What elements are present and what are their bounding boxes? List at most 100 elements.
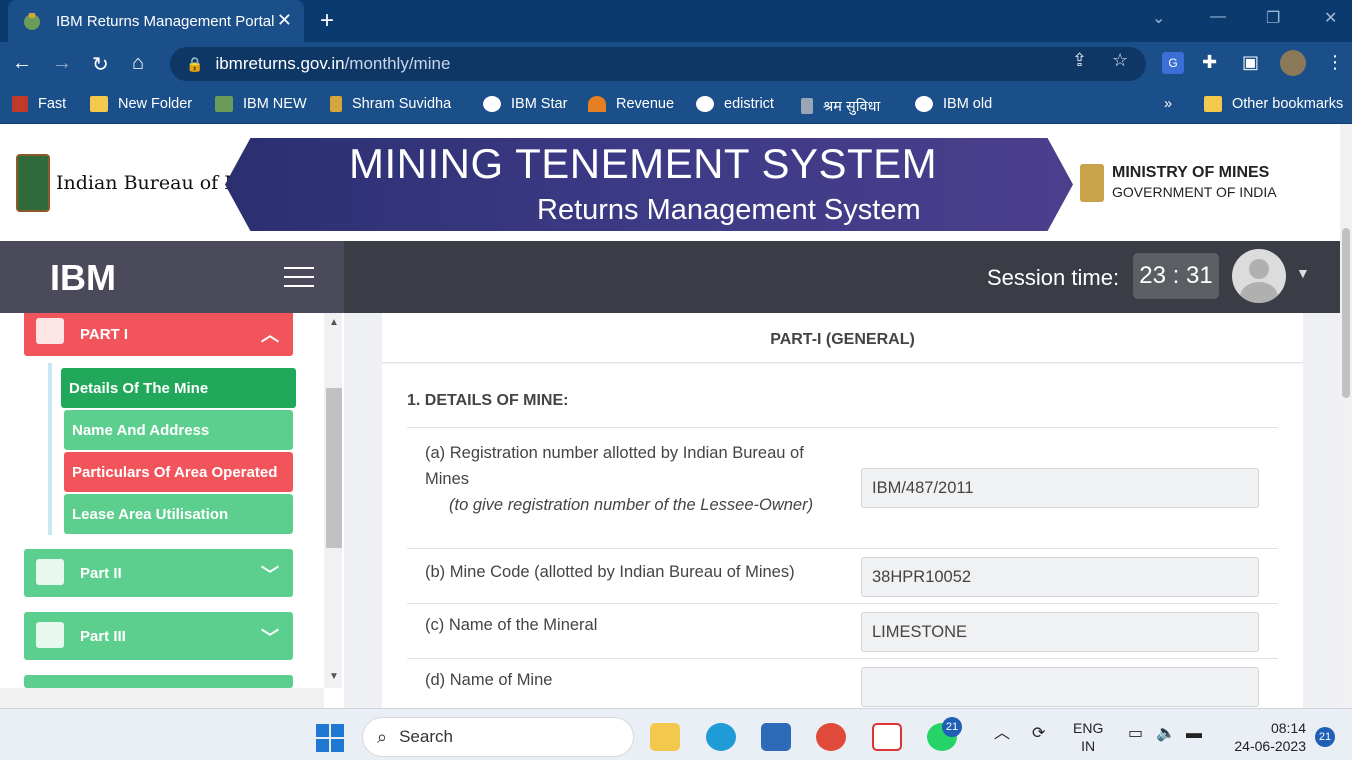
bookmark-shram-suvidha[interactable]: Shram Suvidha <box>330 96 451 112</box>
address-bar: ← → ↻ ⌂ 🔒 ibmreturns.gov.in/monthly/mine… <box>0 42 1352 86</box>
network-icon[interactable]: ▭ <box>1128 725 1143 743</box>
back-icon[interactable]: ← <box>12 52 32 75</box>
folder-icon <box>90 96 108 112</box>
forward-icon[interactable]: → <box>52 52 72 75</box>
windows-start-icon[interactable] <box>316 724 344 752</box>
user-avatar[interactable] <box>1232 249 1286 303</box>
bookmarks-overflow-button[interactable]: » <box>1164 96 1172 112</box>
volume-icon[interactable]: 🔈 <box>1156 725 1176 743</box>
globe-icon <box>696 96 714 112</box>
star-icon[interactable]: ☆ <box>1112 50 1128 71</box>
bookmark-shram-suvidha-hindi[interactable]: श्रम सुविधा <box>801 96 880 116</box>
profile-avatar-icon[interactable] <box>1280 50 1306 76</box>
close-window-icon[interactable]: ✕ <box>1324 8 1337 28</box>
taskbar-search[interactable]: ⌕ Search <box>362 717 634 757</box>
ibm-favicon-icon <box>215 96 233 112</box>
registration-note: (to give registration number of the Less… <box>449 496 814 514</box>
banner-subtitle: Returns Management System <box>537 194 921 226</box>
bookmark-fast[interactable]: Fast <box>12 96 66 112</box>
ministry-line1: MINISTRY OF MINES <box>1112 164 1270 181</box>
menu-kebab-icon[interactable]: ⋮ <box>1326 52 1344 73</box>
national-emblem-icon <box>1080 164 1104 202</box>
file-explorer-icon[interactable] <box>650 723 680 751</box>
bookmarks-bar: Fast New Folder IBM NEW Shram Suvidha IB… <box>0 86 1352 124</box>
sidebar-item-lease-area-utilisation[interactable]: Lease Area Utilisation <box>64 494 293 534</box>
sidebar-item-name-and-address[interactable]: Name And Address <box>64 410 293 450</box>
ministry-logo: MINISTRY OF MINES GOVERNMENT OF INDIA <box>1080 164 1277 202</box>
side-panel-icon[interactable]: ▣ <box>1242 52 1259 73</box>
site-banner: Indian Bureau of Mines MINING TENEMENT S… <box>0 124 1340 241</box>
mineral-field[interactable]: LIMESTONE <box>861 612 1259 652</box>
share-icon[interactable]: ⇪ <box>1072 50 1087 71</box>
mineral-label: (c) Name of the Mineral <box>425 616 598 634</box>
extensions-puzzle-icon[interactable]: ✚ <box>1202 52 1217 73</box>
new-tab-button[interactable]: + <box>320 7 334 35</box>
app-brand[interactable]: IBM <box>50 257 116 299</box>
clock[interactable]: 08:14 24-06-2023 <box>1226 719 1306 755</box>
form-row-registration: (a) Registration number allotted by Indi… <box>407 427 1278 548</box>
session-label: Session time: <box>987 265 1120 290</box>
card-body: 1. DETAILS OF MINE: (a) Registration num… <box>382 364 1303 708</box>
ministry-line2: GOVERNMENT OF INDIA <box>1112 184 1277 200</box>
sidebar-item-details-of-mine[interactable]: Details Of The Mine <box>61 368 296 408</box>
hamburger-menu-icon[interactable] <box>284 267 314 294</box>
tab-search-icon[interactable]: ⌄ <box>1152 8 1165 28</box>
url-path: /monthly/mine <box>344 54 451 73</box>
store-icon[interactable] <box>761 723 791 751</box>
ibm-favicon-icon <box>22 11 42 31</box>
page-scroll-thumb[interactable] <box>1342 228 1350 398</box>
browser-tab[interactable]: IBM Returns Management Portal ✕ <box>8 0 304 42</box>
bookmark-ibm-star[interactable]: IBM Star <box>483 96 567 112</box>
sidebar-part3[interactable]: Part III ﹀ <box>24 612 293 660</box>
snipping-tool-icon[interactable] <box>872 723 902 751</box>
ibm-emblem-icon <box>16 154 50 212</box>
tab-title: IBM Returns Management Portal <box>56 12 275 30</box>
bookmark-edistrict[interactable]: edistrict <box>696 96 774 112</box>
reload-icon[interactable]: ↻ <box>92 52 109 77</box>
tab-close-icon[interactable]: ✕ <box>277 10 292 31</box>
restore-icon[interactable]: ❐ <box>1266 8 1280 28</box>
sidebar-item-particulars-of-area[interactable]: Particulars Of Area Operated <box>64 452 293 492</box>
submenu-line <box>48 363 52 535</box>
card-title: PART-I (GENERAL) <box>770 331 915 348</box>
sync-icon[interactable]: ⟳ <box>1032 725 1045 743</box>
sidebar-part2[interactable]: Part II ﹀ <box>24 549 293 597</box>
revenue-icon <box>588 96 606 112</box>
edge-icon[interactable] <box>706 723 736 751</box>
scroll-up-icon[interactable]: ▲ <box>329 317 339 328</box>
registration-number-field[interactable]: IBM/487/2011 <box>861 468 1259 508</box>
chevron-down-icon[interactable]: ▼ <box>1296 265 1310 281</box>
sidebar-part1[interactable]: PART I ︿ <box>24 313 293 356</box>
battery-icon[interactable]: ▬ <box>1186 725 1202 743</box>
toolbox-icon <box>36 559 64 585</box>
language-indicator[interactable]: ENG IN <box>1073 719 1103 755</box>
home-icon[interactable]: ⌂ <box>132 52 144 75</box>
globe-icon <box>483 96 501 112</box>
tray-overflow-icon[interactable]: ︿ <box>994 725 1010 743</box>
url-input[interactable]: 🔒 ibmreturns.gov.in/monthly/mine <box>170 47 1146 81</box>
notification-badge[interactable]: 21 <box>1315 727 1335 747</box>
mine-code-field[interactable]: 38HPR10052 <box>861 557 1259 597</box>
scroll-down-icon[interactable]: ▼ <box>329 671 339 682</box>
translate-extension-icon[interactable]: G <box>1162 52 1184 74</box>
registration-label: (a) Registration number allotted by Indi… <box>425 440 825 518</box>
sidebar-hscrollbar[interactable] <box>0 688 324 708</box>
clipboard-icon <box>36 318 64 344</box>
sidebar-scroll-thumb[interactable] <box>326 388 342 548</box>
bookmark-icon <box>12 96 28 112</box>
emblem-icon <box>801 98 813 114</box>
minimize-icon[interactable]: — <box>1210 8 1226 26</box>
other-bookmarks[interactable]: Other bookmarks <box>1204 96 1343 112</box>
bookmark-ibm-old[interactable]: IBM old <box>915 96 992 112</box>
bookmark-revenue[interactable]: Revenue <box>588 96 674 112</box>
toolbox-icon <box>36 622 64 648</box>
page-scrollbar[interactable] <box>1340 124 1352 708</box>
form-row-mine-code: (b) Mine Code (allotted by Indian Bureau… <box>407 548 1278 603</box>
session-timer: 23 : 31 <box>1133 253 1219 299</box>
chrome-icon[interactable] <box>816 723 846 751</box>
bookmark-new-folder[interactable]: New Folder <box>90 96 192 112</box>
mine-name-field[interactable] <box>861 667 1259 707</box>
bookmark-ibm-new[interactable]: IBM NEW <box>215 96 307 112</box>
form-row-mine-name: (d) Name of Mine <box>407 658 1278 708</box>
sidebar-part4-partial[interactable] <box>24 675 293 688</box>
